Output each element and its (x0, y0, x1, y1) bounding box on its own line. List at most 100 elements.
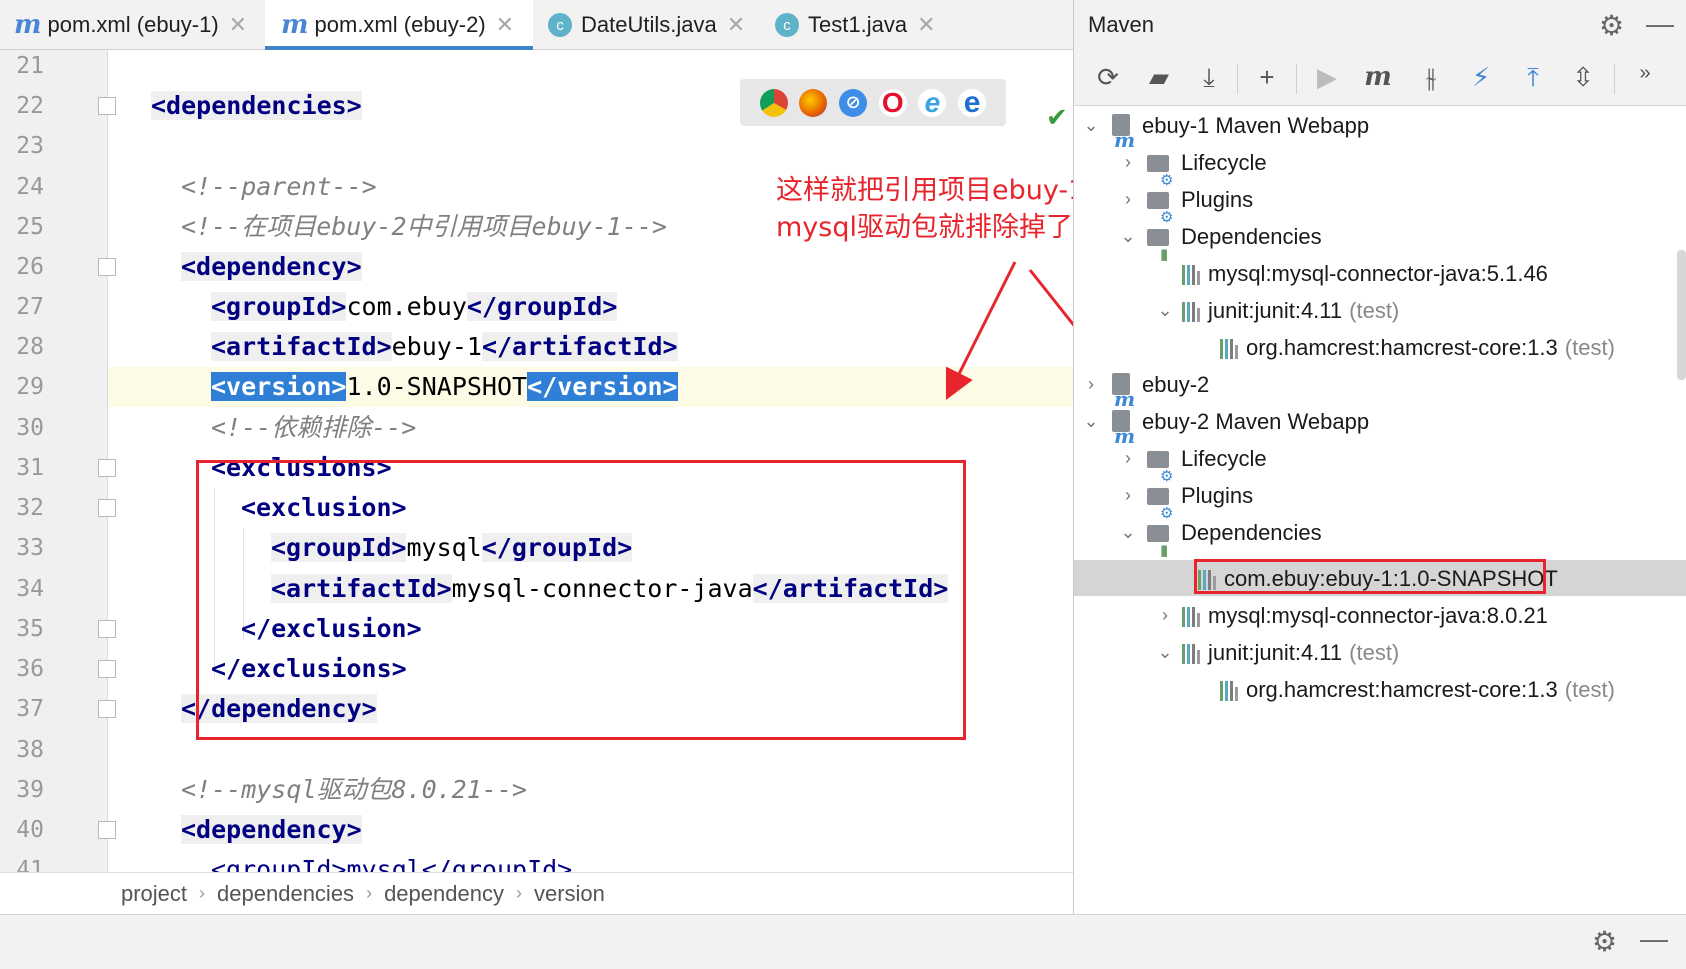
library-icon (1220, 679, 1238, 701)
fold-toggle[interactable] (98, 97, 116, 115)
tab-label: Test1.java (808, 12, 908, 37)
add-icon[interactable]: + (1250, 62, 1284, 93)
line-number: 27 (16, 294, 44, 320)
breadcrumb-item[interactable]: project (121, 881, 187, 907)
fold-toggle[interactable] (98, 660, 116, 678)
tab-test1[interactable]: c Test1.java ✕ (775, 0, 936, 50)
chevron-right-icon[interactable]: › (1080, 366, 1102, 403)
line-number: 33 (16, 535, 44, 561)
maven-header: Maven ⚙ — (1074, 0, 1686, 50)
line-number: 29 (16, 374, 44, 400)
tree-node-dependency[interactable]: ⌄ junit:junit:4.11 (test) (1154, 634, 1399, 671)
chevron-down-icon[interactable]: ⌄ (1080, 403, 1102, 440)
fold-toggle[interactable] (98, 258, 116, 276)
tree-label: junit:junit:4.11 (1208, 640, 1343, 665)
xml-tag: </groupId> (466, 292, 618, 321)
tab-pom-ebuy-1[interactable]: m pom.xml (ebuy-1) ✕ (14, 0, 247, 50)
fold-toggle[interactable] (98, 499, 116, 517)
line-number: 32 (16, 495, 44, 521)
tab-label: pom.xml (ebuy-2) (314, 12, 486, 37)
tree-node-lifecycle[interactable]: › ⚙ Lifecycle (1117, 144, 1267, 189)
firefox-icon[interactable] (799, 88, 828, 117)
download-icon[interactable]: ⤓ (1192, 62, 1226, 94)
tree-node-plugins[interactable]: › ⚙ Plugins (1117, 477, 1253, 522)
tree-node-dependency[interactable]: org.hamcrest:hamcrest-core:1.3 (test) (1220, 671, 1615, 708)
chevron-right-icon[interactable]: › (1117, 144, 1139, 181)
chevron-right-icon: › (515, 883, 522, 903)
close-icon[interactable]: ✕ (727, 12, 745, 38)
tree-node-lifecycle[interactable]: › ⚙ Lifecycle (1117, 440, 1267, 485)
close-icon[interactable]: ✕ (496, 12, 514, 38)
line-number: 34 (16, 576, 44, 602)
annotation-highlight-box (1194, 559, 1546, 594)
gear-icon[interactable]: ⚙ (1599, 9, 1624, 42)
chevron-right-icon[interactable]: › (1117, 181, 1139, 218)
lifecycle-folder-icon: ⚙ (1145, 445, 1175, 485)
tree-node-plugins[interactable]: › ⚙ Plugins (1117, 181, 1253, 226)
tree-label: Dependencies (1181, 520, 1322, 545)
fold-toggle[interactable] (98, 700, 116, 718)
bottom-tool-bar: ⚙ — (0, 914, 1686, 969)
execute-goal-icon[interactable]: m (1361, 62, 1395, 92)
safari-icon[interactable]: ⊘ (839, 88, 868, 117)
xml-tag-matched: <version> (211, 372, 347, 401)
tree-label: Dependencies (1181, 224, 1322, 249)
close-icon[interactable]: ✕ (229, 12, 247, 38)
tree-node-ebuy-2[interactable]: › m ebuy-2 (1080, 366, 1209, 411)
chevron-down-icon[interactable]: ⌄ (1117, 218, 1139, 255)
breadcrumb-item[interactable]: version (534, 881, 605, 907)
show-dependencies-icon[interactable]: ⤒ (1516, 62, 1550, 94)
tree-node-dependency[interactable]: org.hamcrest:hamcrest-core:1.3 (test) (1220, 329, 1615, 366)
chevron-right-icon[interactable]: › (1154, 597, 1176, 634)
collapse-all-icon[interactable]: ⇳ (1566, 62, 1600, 93)
line-number: 38 (16, 737, 44, 763)
tree-node-dependency[interactable]: › mysql:mysql-connector-java:8.0.21 (1154, 597, 1548, 634)
tree-node-dependencies[interactable]: ⌄ ▮ Dependencies (1117, 514, 1322, 559)
tree-label: junit:junit:4.11 (1208, 298, 1343, 323)
run-icon[interactable]: ▶ (1310, 62, 1344, 93)
chrome-icon[interactable] (759, 88, 788, 117)
fold-toggle[interactable] (98, 620, 116, 638)
chevron-down-icon[interactable]: ⌄ (1117, 514, 1139, 551)
internet-explorer-icon[interactable]: e (918, 87, 947, 118)
chevron-down-icon[interactable]: ⌄ (1154, 634, 1176, 671)
reload-icon[interactable]: ⟳ (1091, 62, 1125, 93)
tree-node-dependencies[interactable]: ⌄ ▮ Dependencies (1117, 218, 1322, 263)
skip-tests-icon[interactable]: ⚡ (1464, 62, 1498, 93)
chevron-down-icon[interactable]: ⌄ (1154, 292, 1176, 329)
inspection-ok-icon[interactable]: ✔ (1046, 102, 1068, 133)
breadcrumb-item[interactable]: dependency (384, 881, 504, 907)
line-number: 25 (16, 214, 44, 240)
tree-node-dependency[interactable]: mysql:mysql-connector-java:5.1.46 (1182, 255, 1548, 292)
gear-icon[interactable]: ⚙ (1592, 925, 1617, 958)
more-icon[interactable]: » (1628, 62, 1662, 85)
generate-sources-icon[interactable]: ▰ (1142, 62, 1176, 93)
close-icon[interactable]: ✕ (917, 12, 935, 38)
tree-label: org.hamcrest:hamcrest-core:1.3 (1246, 335, 1558, 360)
tab-dateutils[interactable]: c DateUtils.java ✕ (548, 0, 745, 50)
toggle-offline-icon[interactable]: ⫳ (1414, 62, 1448, 94)
tab-pom-ebuy-2[interactable]: m pom.xml (ebuy-2) ✕ (265, 0, 533, 50)
xml-comment: <!--依赖排除--> (211, 413, 417, 442)
opera-icon[interactable]: O (878, 87, 907, 118)
line-number: 35 (16, 616, 44, 642)
chevron-down-icon[interactable]: ⌄ (1080, 107, 1102, 144)
minimize-icon[interactable]: — (1640, 923, 1668, 955)
chevron-right-icon[interactable]: › (1117, 477, 1139, 514)
minimize-icon[interactable]: — (1646, 8, 1674, 40)
tree-node-dependency[interactable]: ⌄ junit:junit:4.11 (test) (1154, 292, 1399, 329)
line-number: 24 (16, 174, 44, 200)
fold-toggle[interactable] (98, 821, 116, 839)
breadcrumb-item[interactable]: dependencies (217, 881, 354, 907)
xml-tag: <dependency> (181, 252, 362, 281)
tree-node-ebuy-2-webapp[interactable]: ⌄ m ebuy-2 Maven Webapp (1080, 403, 1369, 448)
dependencies-folder-icon: ▮ (1145, 223, 1175, 263)
vertical-scrollbar[interactable] (1677, 250, 1686, 380)
fold-toggle[interactable] (98, 459, 116, 477)
tree-label: mysql:mysql-connector-java:8.0.21 (1208, 603, 1548, 628)
chevron-right-icon[interactable]: › (1117, 440, 1139, 477)
edge-icon[interactable]: e (958, 86, 987, 119)
xml-tag: <dependency> (181, 815, 362, 844)
tree-node-ebuy-1-webapp[interactable]: ⌄ m ebuy-1 Maven Webapp (1080, 107, 1369, 152)
library-icon (1182, 263, 1200, 285)
